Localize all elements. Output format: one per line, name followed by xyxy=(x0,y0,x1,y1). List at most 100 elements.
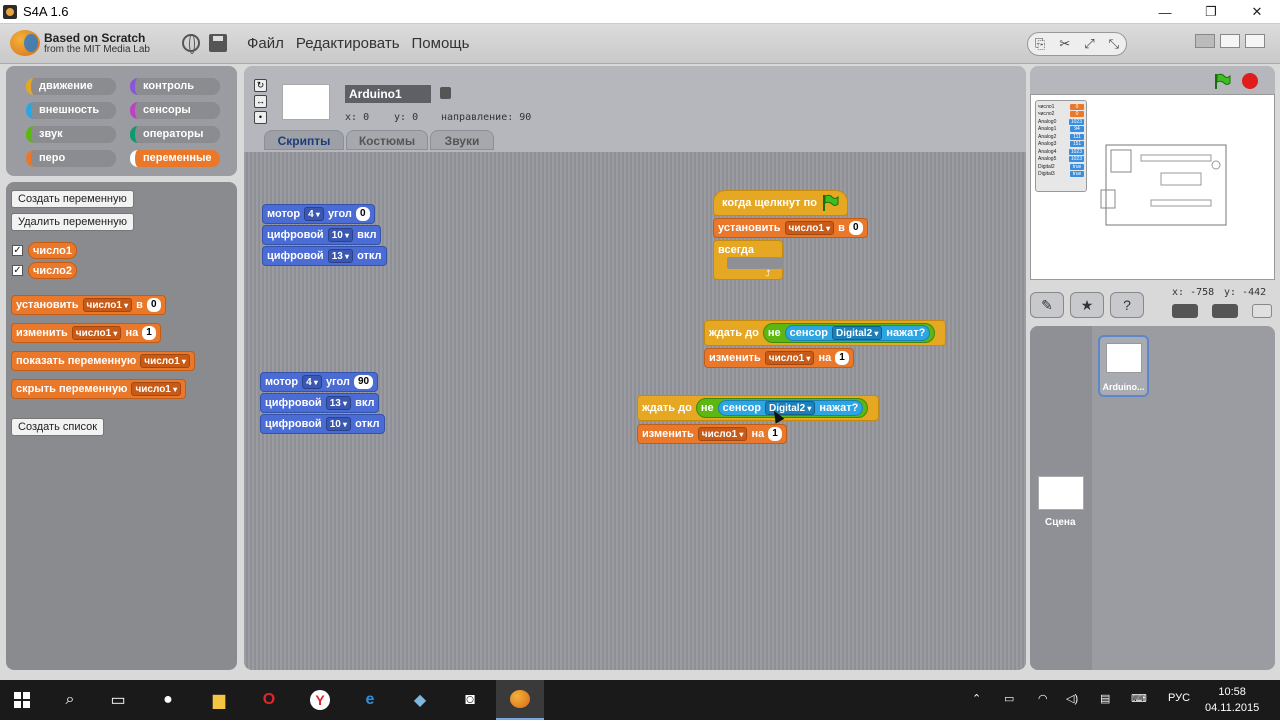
category-looks[interactable]: внешность xyxy=(26,102,116,119)
var-dropdown[interactable]: число1 xyxy=(71,326,122,340)
shrink-icon[interactable]: ⤡ xyxy=(1109,36,1119,52)
var-dropdown[interactable]: число1 xyxy=(82,298,133,312)
category-control[interactable]: контроль xyxy=(130,78,220,95)
sprite-arduino1[interactable]: Arduino... xyxy=(1098,335,1149,397)
pin-dropdown[interactable]: 10 xyxy=(325,417,352,431)
language-indicator[interactable]: РУС xyxy=(1168,692,1190,704)
var2-checkbox[interactable]: ✓ xyxy=(12,265,23,276)
wait-until-block[interactable]: ждать до не сенсор Digital2 нажат? xyxy=(637,395,880,421)
maximize-button[interactable]: ❐ xyxy=(1188,0,1234,24)
category-sensing[interactable]: сенсоры xyxy=(130,102,220,119)
duplicate-icon[interactable]: ⎘ xyxy=(1035,36,1045,52)
random-sprite-button[interactable]: ? xyxy=(1110,292,1144,318)
shrink-sprite-icon[interactable] xyxy=(1252,304,1272,318)
category-variables[interactable]: переменные xyxy=(130,150,220,167)
motor-angle-block[interactable]: мотор 4 угол 0 xyxy=(262,204,375,224)
stage-thumbnail[interactable] xyxy=(1038,476,1084,510)
rotation-style-icon[interactable] xyxy=(1172,304,1198,318)
sensor-pressed-block[interactable]: сенсор Digital2 нажат? xyxy=(784,325,931,341)
notepad-icon[interactable]: ◆ xyxy=(408,688,432,712)
clock[interactable]: 10:58 04.11.2015 xyxy=(1205,684,1259,716)
pin-dropdown[interactable]: 13 xyxy=(327,249,354,263)
notifications-icon[interactable]: ▤ xyxy=(1100,692,1110,705)
menu-help[interactable]: Помощь xyxy=(412,35,470,52)
category-operators[interactable]: операторы xyxy=(130,126,220,143)
opera-icon[interactable]: O xyxy=(257,688,281,712)
tab-costumes[interactable]: Костюмы xyxy=(346,130,428,150)
pin-dropdown[interactable]: 4 xyxy=(304,207,324,221)
scratch-logo[interactable]: Based on Scratch from the MIT Media Lab xyxy=(10,30,150,56)
palette-change-block[interactable]: изменить число1 на 1 xyxy=(11,323,161,343)
category-motion[interactable]: движение xyxy=(26,78,116,95)
grow-icon[interactable]: ⤢ xyxy=(1084,36,1094,52)
tray-expand-icon[interactable]: ⌃ xyxy=(972,692,981,705)
value-input[interactable]: 0 xyxy=(355,207,370,221)
windows-start-icon[interactable] xyxy=(10,688,34,712)
wait-until-block[interactable]: ждать до не сенсор Digital2 нажат? xyxy=(704,320,947,346)
scratch-app-icon[interactable]: ● xyxy=(156,688,180,712)
search-icon[interactable]: ⌕ xyxy=(58,688,82,712)
save-icon[interactable] xyxy=(209,34,227,52)
var1-reporter[interactable]: число1 xyxy=(28,242,77,259)
presentation-icon[interactable] xyxy=(1245,34,1265,48)
s4a-taskbar-button[interactable] xyxy=(496,680,544,720)
sensor-dropdown[interactable]: Digital2 xyxy=(832,326,883,340)
pin-dropdown[interactable]: 13 xyxy=(325,396,352,410)
category-sound[interactable]: звук xyxy=(26,126,116,143)
change-var-block[interactable]: изменить число1 на 1 xyxy=(704,348,854,368)
rotate-icon[interactable]: ↻ xyxy=(254,79,267,92)
globe-icon[interactable] xyxy=(182,34,200,54)
value-input[interactable]: 0 xyxy=(146,298,161,312)
pin-dropdown[interactable]: 4 xyxy=(302,375,322,389)
wifi-icon[interactable]: ◠ xyxy=(1038,692,1048,705)
task-view-icon[interactable]: ▭ xyxy=(106,688,130,712)
minimize-button[interactable]: — xyxy=(1142,0,1188,24)
sprite-name-field[interactable]: Arduino1 xyxy=(345,85,431,103)
var1-checkbox[interactable]: ✓ xyxy=(12,245,23,256)
value-input[interactable]: 90 xyxy=(353,375,374,389)
file-explorer-icon[interactable]: ▆ xyxy=(207,688,231,712)
create-variable-button[interactable]: Создать переменную xyxy=(11,190,134,208)
layout-small-icon[interactable] xyxy=(1220,34,1240,48)
value-input[interactable]: 1 xyxy=(768,427,782,441)
motor-angle-block[interactable]: мотор 4 угол 90 xyxy=(260,372,379,392)
digital-off-block[interactable]: цифровой 10 откл xyxy=(260,414,385,434)
digital-off-block[interactable]: цифровой 13 откл xyxy=(262,246,387,266)
digital-on-block[interactable]: цифровой 13 вкл xyxy=(260,393,380,413)
palette-hide-var-block[interactable]: скрыть переменную число1 xyxy=(11,379,187,399)
edge-icon[interactable]: e xyxy=(358,688,382,712)
palette-show-var-block[interactable]: показать переменную число1 xyxy=(11,351,195,371)
sensor-pressed-block[interactable]: сенсор Digital2 нажат? xyxy=(717,400,864,416)
not-operator[interactable]: не сенсор Digital2 нажат? xyxy=(762,323,936,343)
flip-icon[interactable]: ↔ xyxy=(254,95,267,108)
pin-dropdown[interactable]: 10 xyxy=(327,228,354,242)
close-button[interactable]: ✕ xyxy=(1234,0,1280,24)
create-list-button[interactable]: Создать список xyxy=(11,418,105,436)
var-dropdown[interactable]: число1 xyxy=(697,427,748,441)
choose-sprite-button[interactable]: ★ xyxy=(1070,292,1104,318)
no-rotate-icon[interactable]: • xyxy=(254,111,267,124)
palette-set-block[interactable]: установить число1 в 0 xyxy=(11,295,166,315)
delete-icon[interactable]: ✂ xyxy=(1059,36,1070,52)
value-input[interactable]: 1 xyxy=(142,326,156,340)
keyboard-icon[interactable]: ⌨ xyxy=(1131,692,1147,705)
volume-icon[interactable]: ◁) xyxy=(1066,692,1078,705)
paint-new-sprite-button[interactable]: ✎ xyxy=(1030,292,1064,318)
green-flag-button[interactable] xyxy=(1213,73,1231,89)
menu-edit[interactable]: Редактировать xyxy=(296,35,400,52)
value-input[interactable]: 1 xyxy=(835,351,849,365)
flip-sprite-icon[interactable] xyxy=(1212,304,1238,318)
delete-variable-button[interactable]: Удалить переменную xyxy=(11,213,134,231)
digital-on-block[interactable]: цифровой 10 вкл xyxy=(262,225,382,245)
change-var-block[interactable]: изменить число1 на 1 xyxy=(637,424,787,444)
lock-icon[interactable] xyxy=(440,87,451,99)
camera-icon[interactable]: ◙ xyxy=(458,688,482,712)
var-dropdown[interactable]: число1 xyxy=(131,382,182,396)
category-pen[interactable]: перо xyxy=(26,150,116,167)
stop-button[interactable] xyxy=(1242,73,1258,89)
menu-file[interactable]: Файл xyxy=(247,35,284,52)
layout-normal-icon[interactable] xyxy=(1195,34,1215,48)
set-var-block[interactable]: установить число1 в 0 xyxy=(713,218,868,238)
var-dropdown[interactable]: число1 xyxy=(784,221,835,235)
tab-scripts[interactable]: Скрипты xyxy=(264,130,344,150)
